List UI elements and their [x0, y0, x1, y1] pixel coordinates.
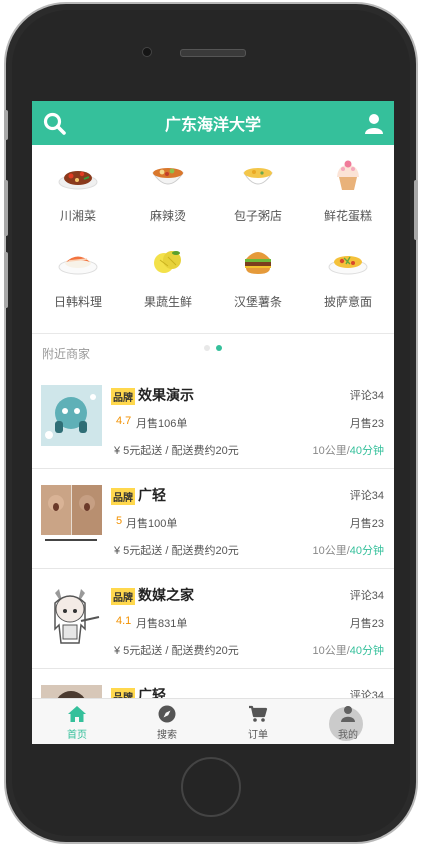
category-malatang[interactable]: 麻辣烫 — [123, 149, 213, 237]
shop-rating: 5 — [116, 515, 123, 527]
shop-rating: 4.1 — [116, 615, 132, 627]
mute-switch — [4, 110, 8, 140]
shop-delivery-time: 40分钟 — [349, 445, 384, 457]
earpiece-speaker — [180, 49, 246, 57]
category-label: 包子粥店 — [233, 209, 282, 223]
nearby-merchants-title: 附近商家 — [42, 347, 91, 361]
home-icon — [68, 706, 86, 722]
tab-label: 首页 — [67, 730, 87, 741]
category-bun-congee[interactable]: 包子粥店 — [213, 149, 303, 237]
shop-distance-time: 10公里/40分钟 — [312, 442, 384, 458]
category-label: 披萨意面 — [323, 295, 372, 309]
search-icon[interactable] — [42, 111, 68, 137]
shop-delivery-time: 40分钟 — [349, 645, 384, 657]
shop-monthly-sold: 月售23 — [349, 618, 384, 630]
spicy-dish-icon — [58, 171, 98, 190]
front-camera — [142, 47, 152, 57]
soup-bowl-icon — [152, 168, 184, 185]
shop-delivery-info: ¥ 5元起送 / 配送费约20元 — [114, 445, 239, 457]
shop-monthly-orders: 月售100单 — [126, 518, 178, 530]
user-icon[interactable] — [361, 111, 387, 137]
shop-card[interactable]: 品牌 效果演示 评论34 4.7 月售106单 月售23 ¥ 5元起送 / 配送… — [32, 369, 394, 469]
pasta-icon — [328, 256, 368, 275]
carousel-dot-active[interactable] — [216, 345, 222, 351]
shop-distance: 10公里/ — [312, 445, 350, 457]
volume-up-button — [4, 180, 8, 236]
shop-delivery-info: ¥ 5元起送 / 配送费约20元 — [114, 545, 239, 557]
brand-badge: 品牌 — [111, 588, 135, 605]
shop-distance-time: 10公里/40分钟 — [312, 542, 384, 558]
shop-rating: 4.7 — [116, 415, 132, 427]
shop-name[interactable]: 数媒之家 — [138, 585, 194, 605]
power-button — [414, 180, 418, 240]
shop-monthly-orders: 月售106单 — [136, 418, 188, 430]
tab-label: 订单 — [248, 730, 268, 741]
brand-badge: 品牌 — [111, 488, 135, 505]
bottom-tab-bar: 首页 搜索 订单 我的 — [32, 698, 394, 744]
shop-distance: 10公里/ — [312, 645, 350, 657]
category-fruit-veg[interactable]: 果蔬生鲜 — [123, 235, 213, 323]
shop-delivery-info: ¥ 5元起送 / 配送费约20元 — [114, 645, 239, 657]
shop-monthly-sold: 月售23 — [349, 518, 384, 530]
compass-icon — [158, 705, 176, 723]
category-label: 果蔬生鲜 — [143, 295, 192, 309]
shop-reviews: 评论34 — [349, 390, 384, 402]
category-label: 汉堡薯条 — [233, 295, 282, 309]
category-label: 川湘菜 — [59, 209, 96, 223]
top-header: 广东海洋大学 — [32, 101, 394, 145]
category-label: 麻辣烫 — [149, 209, 186, 223]
category-label: 日韩料理 — [53, 295, 102, 309]
home-button[interactable] — [181, 757, 241, 817]
page-title: 广东海洋大学 — [164, 115, 261, 134]
category-burger-fries[interactable]: 汉堡薯条 — [213, 235, 303, 323]
cupcake-icon — [337, 160, 359, 190]
shop-logo — [41, 585, 102, 646]
category-pizza-pasta[interactable]: 披萨意面 — [303, 235, 393, 323]
shop-card[interactable]: 品牌 数媒之家 评论34 4.1 月售831单 月售23 ¥ 5元起送 / 配送… — [32, 569, 394, 669]
shop-name[interactable]: 效果演示 — [138, 385, 194, 405]
shop-logo — [41, 385, 102, 446]
shop-name[interactable]: 广轻 — [138, 485, 166, 505]
category-label: 鲜花蛋糕 — [323, 209, 372, 223]
shop-reviews: 评论34 — [349, 590, 384, 602]
app-screen: 广东海洋大学 川湘菜 麻辣烫 包子粥店 鲜花蛋糕 日韩料理 果蔬生鲜 汉堡薯条 … — [32, 101, 394, 744]
floating-touch-button[interactable] — [329, 707, 363, 741]
tab-profile[interactable]: 我的 — [303, 699, 393, 744]
carousel-dot[interactable] — [204, 345, 210, 351]
shop-distance-time: 10公里/40分钟 — [312, 642, 384, 658]
congee-bowl-icon — [243, 168, 273, 185]
brand-badge: 品牌 — [111, 388, 135, 405]
section-divider — [32, 333, 394, 334]
category-japanese-korean[interactable]: 日韩料理 — [33, 235, 123, 323]
shop-monthly-sold: 月售23 — [349, 418, 384, 430]
fruit-icon — [154, 251, 181, 273]
shop-card[interactable]: 品牌 广轻 评论34 5 月售100单 月售23 ¥ 5元起送 / 配送费约20… — [32, 469, 394, 569]
burger-icon — [245, 252, 271, 274]
tab-home[interactable]: 首页 — [32, 699, 122, 744]
tab-orders[interactable]: 订单 — [213, 699, 303, 744]
tab-search[interactable]: 搜索 — [122, 699, 212, 744]
shop-logo — [41, 485, 102, 546]
category-flower-cake[interactable]: 鲜花蛋糕 — [303, 149, 393, 237]
shop-distance: 10公里/ — [312, 545, 350, 557]
category-sichuan-hunan[interactable]: 川湘菜 — [33, 149, 123, 237]
shop-reviews: 评论34 — [349, 490, 384, 502]
shop-monthly-orders: 月售831单 — [136, 618, 188, 630]
shop-delivery-time: 40分钟 — [349, 545, 384, 557]
cart-icon — [249, 705, 268, 722]
tab-label: 搜索 — [157, 730, 177, 741]
volume-down-button — [4, 252, 8, 308]
sushi-icon — [58, 256, 98, 275]
category-grid: 川湘菜 麻辣烫 包子粥店 鲜花蛋糕 日韩料理 果蔬生鲜 汉堡薯条 披萨意面 — [32, 149, 394, 351]
